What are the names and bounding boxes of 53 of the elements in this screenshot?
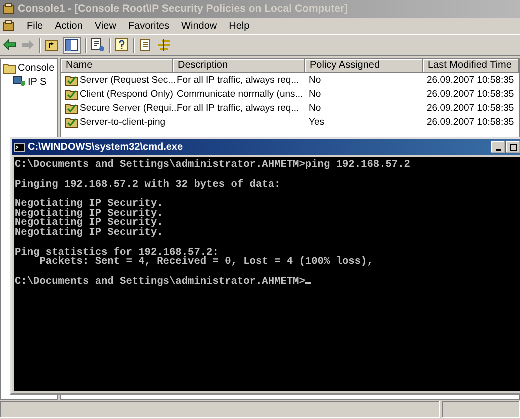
menu-item[interactable]: Favorites bbox=[128, 20, 170, 32]
policy-name[interactable]: Client (Respond Only) bbox=[80, 88, 174, 100]
modified-time: 26.09.2007 10:58:35 bbox=[427, 88, 514, 100]
policy-assigned: No bbox=[309, 102, 322, 114]
menu-item[interactable]: Help bbox=[229, 20, 250, 32]
policy-assigned: Yes bbox=[309, 116, 324, 128]
terminal-icon bbox=[14, 142, 25, 152]
policy-folder-icon bbox=[65, 74, 78, 86]
console-icon[interactable] bbox=[3, 20, 15, 32]
folder-icon bbox=[3, 62, 16, 74]
console-line: Negotiating IP Security. bbox=[15, 228, 164, 239]
column-header[interactable]: Description bbox=[173, 59, 305, 73]
menu-item[interactable]: View bbox=[94, 20, 116, 32]
tree-item[interactable]: IP S bbox=[28, 76, 47, 88]
export-list-icon[interactable] bbox=[91, 38, 105, 52]
policy-description: For all IP traffic, always req... bbox=[177, 102, 300, 114]
menu-item[interactable]: File bbox=[27, 20, 44, 32]
help-icon[interactable] bbox=[115, 38, 129, 52]
console-line: Packets: Sent = 4, Received = 0, Lost = 4 (100% loss), bbox=[40, 258, 374, 268]
policy-folder-icon bbox=[65, 116, 78, 128]
tree-pane-icon[interactable] bbox=[63, 36, 81, 54]
policy-folder-icon bbox=[65, 102, 78, 114]
menu-item[interactable]: Window bbox=[182, 20, 218, 32]
computer-shield-icon bbox=[13, 76, 26, 88]
console-icon bbox=[3, 3, 15, 15]
minimize-button[interactable] bbox=[491, 141, 505, 153]
policy-assigned: No bbox=[309, 88, 322, 100]
maximize-button[interactable] bbox=[506, 141, 520, 153]
console-line: C:\Documents and Settings\administrator.AHMETM>ping 192.168.57.2 bbox=[15, 161, 412, 171]
back-arrow-icon[interactable] bbox=[3, 39, 17, 51]
menu-item[interactable]: Action bbox=[55, 20, 83, 32]
console-line: C:\Documents and Settings\administrator.AHMETM> bbox=[15, 278, 519, 288]
tree-item[interactable]: Console bbox=[18, 62, 55, 74]
modified-time: 26.09.2007 10:58:35 bbox=[427, 116, 514, 128]
modified-time: 26.09.2007 10:58:35 bbox=[427, 74, 514, 86]
policy-description: For all IP traffic, always req... bbox=[177, 74, 300, 86]
console-line: Negotiating IP Security. bbox=[15, 219, 164, 229]
policy-name[interactable]: Server-to-client-ping bbox=[80, 116, 166, 128]
policy-name[interactable]: Server (Request Sec... bbox=[80, 74, 176, 86]
console-line: Negotiating IP Security. bbox=[15, 200, 164, 210]
window-title: C:\WINDOWS\system32\cmd.exe bbox=[28, 142, 184, 152]
column-header[interactable]: Policy Assigned bbox=[305, 59, 423, 73]
policy-folder-icon bbox=[65, 88, 78, 100]
maximize-icon bbox=[510, 144, 516, 150]
column-header[interactable]: Name bbox=[61, 59, 173, 73]
policy-assigned: No bbox=[309, 74, 322, 86]
policy-name[interactable]: Secure Server (Requi... bbox=[80, 102, 180, 114]
folder-up-icon[interactable] bbox=[45, 38, 59, 52]
modified-time: 26.09.2007 10:58:35 bbox=[427, 102, 514, 114]
console-line: Negotiating IP Security. bbox=[15, 210, 164, 220]
column-header[interactable]: Last Modified Time bbox=[423, 59, 519, 73]
policy-description: Communicate normally (uns... bbox=[177, 88, 304, 100]
console-line: Pinging 192.168.57.2 with 32 bytes of data: bbox=[15, 180, 282, 190]
